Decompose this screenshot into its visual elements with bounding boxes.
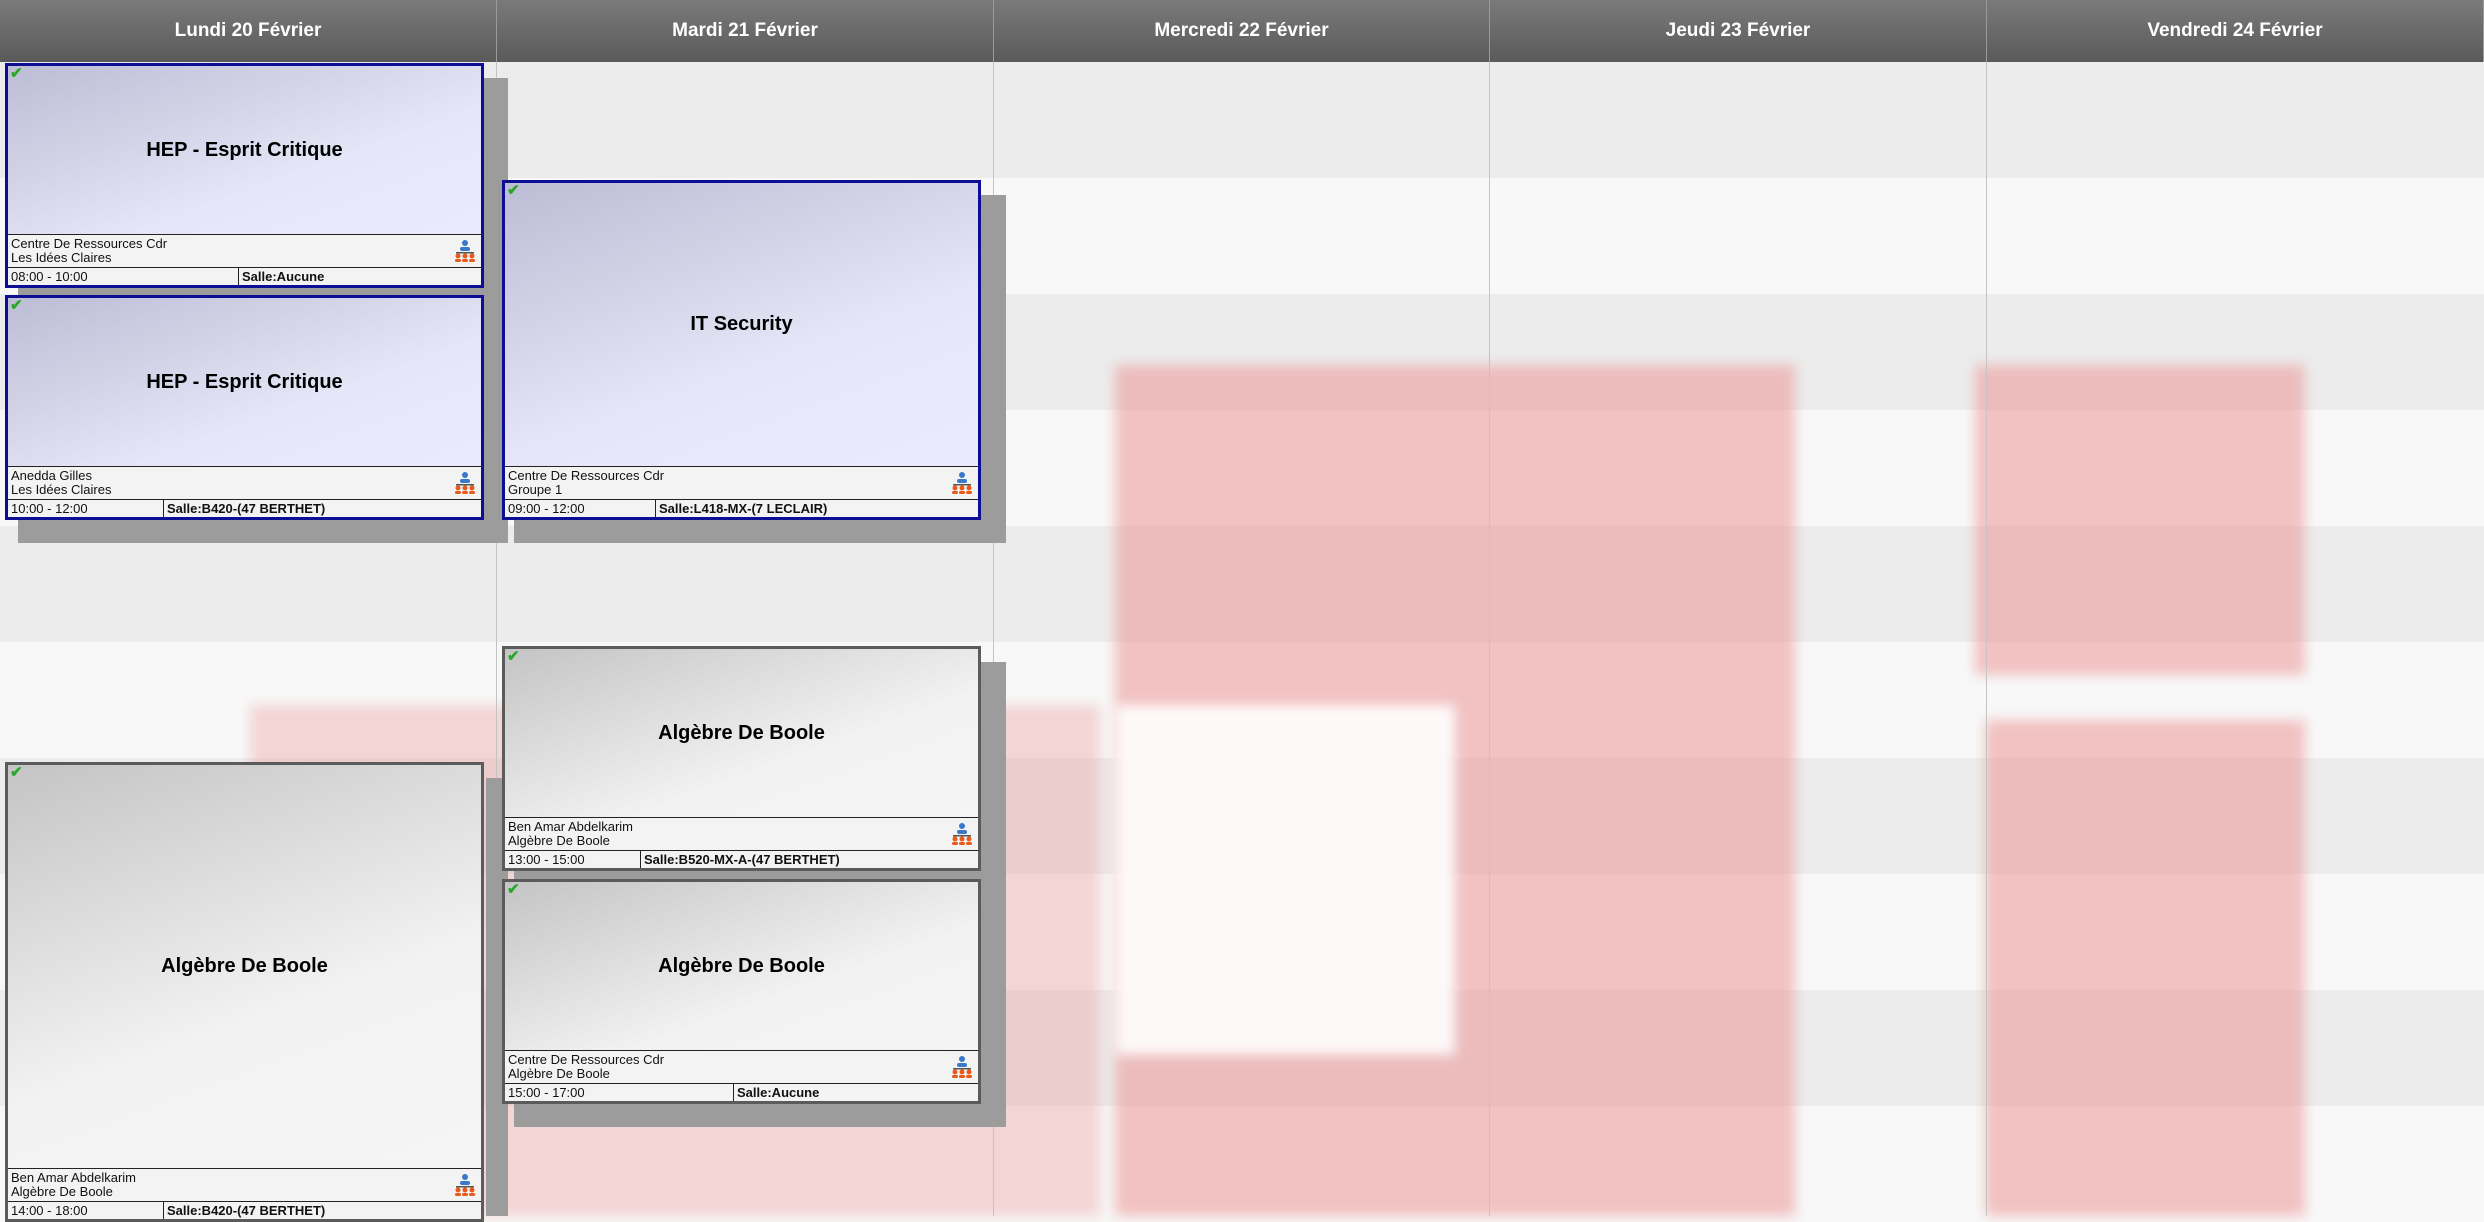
day-header-wednesday: Mercredi 22 Février — [994, 0, 1490, 62]
group-icon[interactable] — [951, 822, 973, 846]
group-icon[interactable] — [951, 1055, 973, 1079]
event-time: 08:00 - 10:00 — [11, 269, 88, 284]
event-room: Salle:B420-(47 BERTHET) — [163, 1202, 325, 1219]
event-group: Algèbre De Boole — [508, 1066, 610, 1081]
day-header-tuesday: Mardi 21 Février — [497, 0, 994, 62]
event-group: Groupe 1 — [508, 482, 563, 497]
event-time: 09:00 - 12:00 — [508, 501, 585, 516]
check-icon: ✔ — [10, 297, 23, 314]
event-teacher: Centre De Ressources Cdr — [11, 236, 168, 251]
event-title: HEP - Esprit Critique — [146, 370, 343, 393]
event-teacher: Ben Amar Abdelkarim — [11, 1170, 137, 1185]
event-room: Salle:B520-MX-A-(47 BERTHET) — [640, 851, 840, 868]
check-icon: ✔ — [10, 65, 23, 82]
event-time: 15:00 - 17:00 — [508, 1085, 585, 1100]
event-teacher: Ben Amar Abdelkarim — [508, 819, 634, 834]
group-icon[interactable] — [454, 239, 476, 263]
check-icon: ✔ — [507, 881, 520, 898]
event-group: Les Idées Claires — [11, 250, 112, 265]
calendar-event[interactable]: ✔ HEP - Esprit Critique Centre De Ressou… — [5, 63, 484, 288]
group-icon[interactable] — [454, 471, 476, 495]
calendar-event[interactable]: ✔ Algèbre De Boole Centre De Ressources … — [502, 879, 981, 1104]
group-icon[interactable] — [951, 471, 973, 495]
blurred-overlay — [1115, 705, 1455, 1055]
column-divider — [1489, 62, 1490, 1216]
blurred-overlay — [1975, 365, 2305, 675]
event-teacher: Anedda Gilles — [11, 468, 92, 483]
event-room: Salle:Aucune — [733, 1084, 819, 1101]
column-divider — [1986, 62, 1987, 1216]
check-icon: ✔ — [507, 648, 520, 665]
calendar-event[interactable]: ✔ Algèbre De Boole Ben Amar Abdelkarim A… — [502, 646, 981, 871]
day-header-monday: Lundi 20 Février — [0, 0, 497, 62]
event-teacher: Centre De Ressources Cdr — [508, 468, 665, 483]
check-icon: ✔ — [10, 764, 23, 781]
calendar-event[interactable]: ✔ Algèbre De Boole Ben Amar Abdelkarim A… — [5, 762, 484, 1222]
event-room: Salle:L418-MX-(7 LECLAIR) — [655, 500, 827, 517]
day-header-friday: Vendredi 24 Février — [1987, 0, 2484, 62]
group-icon[interactable] — [454, 1173, 476, 1197]
event-title: IT Security — [690, 313, 793, 335]
event-group: Algèbre De Boole — [11, 1184, 113, 1199]
event-title: Algèbre De Boole — [658, 954, 825, 977]
event-teacher: Centre De Ressources Cdr — [508, 1052, 665, 1067]
event-group: Algèbre De Boole — [508, 833, 610, 848]
calendar-event[interactable]: ✔ IT Security Centre De Ressources Cdr G… — [502, 180, 981, 520]
event-time: 10:00 - 12:00 — [11, 501, 88, 516]
event-title: Algèbre De Boole — [161, 955, 328, 977]
calendar-event[interactable]: ✔ HEP - Esprit Critique Anedda Gilles Le… — [5, 295, 484, 520]
event-title: HEP - Esprit Critique — [146, 138, 343, 161]
event-time: 13:00 - 15:00 — [508, 852, 585, 867]
event-group: Les Idées Claires — [11, 482, 112, 497]
event-room: Salle:B420-(47 BERTHET) — [163, 500, 325, 517]
event-title: Algèbre De Boole — [658, 721, 825, 744]
check-icon: ✔ — [507, 182, 520, 199]
day-header-thursday: Jeudi 23 Février — [1490, 0, 1987, 62]
blurred-overlay — [1985, 720, 2305, 1216]
event-room: Salle:Aucune — [238, 268, 324, 285]
